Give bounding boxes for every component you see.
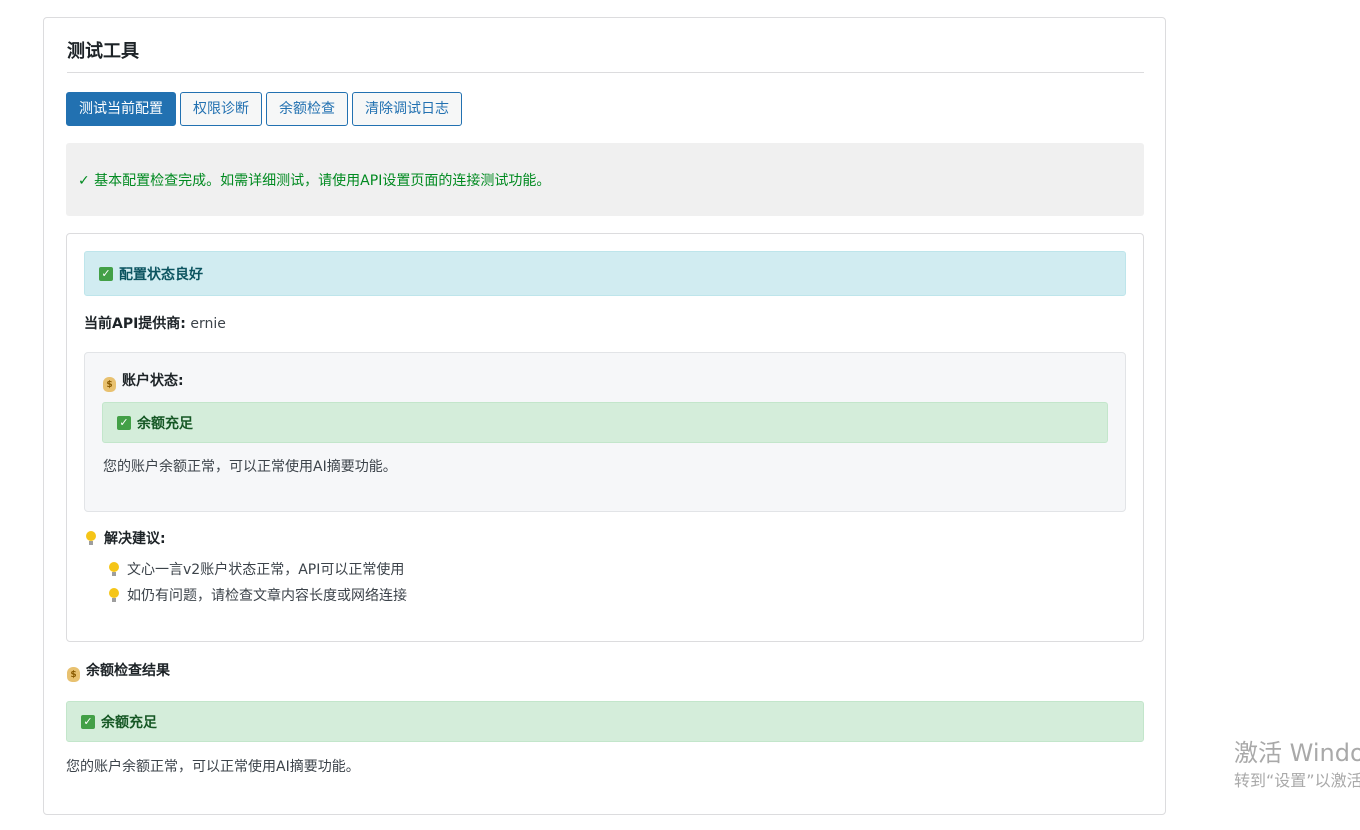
account-status-heading: $ 账户状态: — [103, 371, 184, 392]
lightbulb-icon — [109, 588, 119, 602]
account-balance-alert: ✓ 余额充足 — [102, 402, 1108, 443]
provider-line: 当前API提供商: ernie — [84, 314, 226, 334]
diagnosis-result-box: ✓ 配置状态良好 当前API提供商: ernie $ 账户状态: ✓ 余额充足 您… — [66, 233, 1144, 642]
balance-result-alert: ✓ 余额充足 — [66, 701, 1144, 742]
suggestion-item-text: 如仍有问题，请检查文章内容长度或网络连接 — [127, 588, 407, 604]
panel-title: 测试工具 — [67, 41, 139, 62]
account-balance-alert-text: 余额充足 — [137, 415, 193, 432]
balance-check-button[interactable]: 余额检查 — [266, 92, 348, 126]
balance-result-heading-text: 余额检查结果 — [86, 663, 170, 679]
config-status-alert: ✓ 配置状态良好 — [84, 251, 1126, 296]
provider-value: ernie — [185, 316, 226, 332]
notice-text: ✓ 基本配置检查完成。如需详细测试，请使用API设置页面的连接测试功能。 — [78, 172, 551, 189]
suggestions-heading-text: 解决建议: — [104, 531, 166, 547]
test-config-button[interactable]: 测试当前配置 — [66, 92, 176, 126]
money-bag-icon: $ — [67, 667, 80, 682]
account-status-heading-text: 账户状态: — [122, 373, 184, 389]
money-bag-icon: $ — [103, 377, 116, 392]
account-status-box: $ 账户状态: ✓ 余额充足 您的账户余额正常，可以正常使用AI摘要功能。 — [84, 352, 1126, 512]
clear-debug-log-button[interactable]: 清除调试日志 — [352, 92, 462, 126]
lightbulb-icon — [109, 562, 119, 576]
toolbar: 测试当前配置 权限诊断 余额检查 清除调试日志 — [66, 92, 462, 126]
check-mark-icon: ✓ — [99, 266, 113, 281]
check-mark-icon: ✓ — [81, 714, 95, 729]
windows-activation-watermark: 激活 Windo — [1234, 739, 1360, 767]
config-check-notice: ✓ 基本配置检查完成。如需详细测试，请使用API设置页面的连接测试功能。 — [66, 143, 1144, 216]
account-balance-message: 您的账户余额正常，可以正常使用AI摘要功能。 — [103, 459, 397, 475]
page: 测试工具 测试当前配置 权限诊断 余额检查 清除调试日志 ✓ 基本配置检查完成。… — [0, 0, 1360, 830]
suggestions-heading: 解决建议: — [86, 529, 166, 549]
suggestion-item: 文心一言v2账户状态正常，API可以正常使用 — [109, 560, 404, 580]
balance-result-heading: $ 余额检查结果 — [67, 661, 170, 682]
suggestion-item: 如仍有问题，请检查文章内容长度或网络连接 — [109, 586, 407, 606]
balance-result-alert-text: 余额充足 — [101, 714, 157, 731]
check-mark-icon: ✓ — [117, 415, 131, 430]
suggestion-item-text: 文心一言v2账户状态正常，API可以正常使用 — [127, 562, 405, 578]
permission-diagnosis-button[interactable]: 权限诊断 — [180, 92, 262, 126]
lightbulb-icon — [86, 531, 96, 545]
windows-activation-subtext: 转到“设置”以激活 — [1234, 771, 1360, 790]
title-divider — [67, 72, 1144, 73]
test-tools-panel: 测试工具 测试当前配置 权限诊断 余额检查 清除调试日志 ✓ 基本配置检查完成。… — [43, 17, 1166, 815]
balance-result-message: 您的账户余额正常，可以正常使用AI摘要功能。 — [66, 759, 360, 775]
provider-label: 当前API提供商: — [84, 316, 186, 332]
config-status-text: 配置状态良好 — [119, 266, 203, 283]
